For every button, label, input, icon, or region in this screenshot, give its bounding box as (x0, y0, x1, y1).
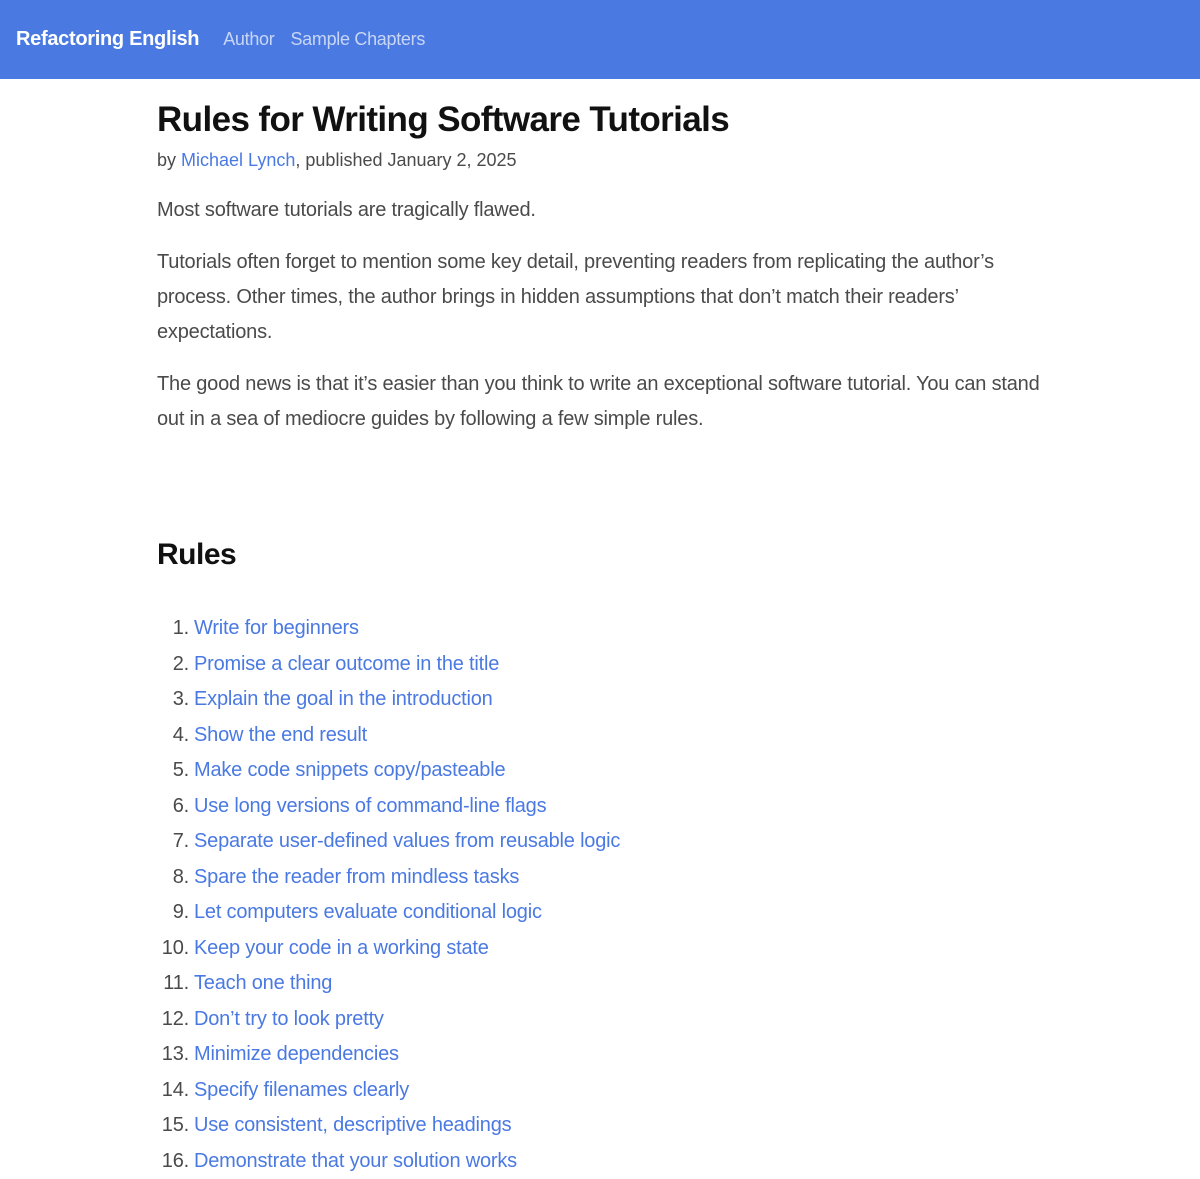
rule-item: 1. Write for beginners (157, 611, 1047, 647)
rule-link[interactable]: Spare the reader from mindless tasks (194, 860, 519, 896)
nav-link-author[interactable]: Author (223, 29, 275, 50)
rule-number: 1. (172, 617, 189, 639)
rule-number: 4. (172, 723, 189, 746)
rule-number: 10. (161, 936, 189, 959)
rule-item: 8. Spare the reader from mindless tasks (157, 860, 1047, 896)
rule-item: 2. Promise a clear outcome in the title (157, 647, 1047, 683)
rule-item: 11. Teach one thing (157, 966, 1047, 1002)
rule-item: 5. Make code snippets copy/pasteable (157, 753, 1047, 789)
rule-item: 6. Use long versions of command-line flag… (157, 789, 1047, 825)
rule-link[interactable]: Use consistent, descriptive headings (194, 1108, 512, 1144)
article-title: Rules for Writing Software Tutorials (157, 100, 730, 139)
intro-paragraph-1: Most software tutorials are tragically f… (157, 199, 536, 221)
rule-number: 2. (172, 652, 189, 675)
rule-item: 7. Separate user-defined values from reus… (157, 824, 1047, 860)
author-link[interactable]: Michael Lynch (181, 150, 295, 170)
rule-number: 16. (161, 1149, 189, 1172)
rules-list: 1. Write for beginners 2. Promise a clear o… (157, 611, 1047, 1179)
rule-link[interactable]: Don’t try to look pretty (194, 1002, 384, 1038)
rule-number: 5. (172, 759, 189, 781)
rule-item: 10. Keep your code in a working state (157, 931, 1047, 967)
rule-number: 3. (172, 688, 189, 710)
rule-number: 15. (161, 1114, 189, 1136)
rule-link[interactable]: Explain the goal in the introduction (194, 682, 493, 718)
rule-number: 11. (163, 972, 189, 994)
rule-item: 16. Demonstrate that your solution works (157, 1144, 1047, 1179)
rule-link[interactable]: Use long versions of command-line flags (194, 789, 547, 825)
rule-link[interactable]: Make code snippets copy/pasteable (194, 753, 506, 789)
rule-number: 6. (172, 794, 189, 817)
rule-link[interactable]: Let computers evaluate conditional logic (194, 895, 542, 931)
brand-link[interactable]: Refactoring English (16, 28, 200, 51)
rule-number: 7. (172, 830, 189, 852)
byline-prefix: by (157, 150, 182, 170)
rule-number: 13. (161, 1043, 189, 1065)
intro-paragraph-2: Tutorials often forget to mention some k… (157, 251, 994, 343)
rule-link[interactable]: Write for beginners (194, 611, 359, 647)
rule-item: 12. Don’t try to look pretty (157, 1002, 1047, 1038)
rule-item: 9. Let computers evaluate conditional log… (157, 895, 1047, 931)
rule-number: 14. (161, 1078, 189, 1101)
byline: by Michael Lynch, published January 2, 2… (157, 147, 1047, 173)
intro-paragraph-3: The good news is that it’s easier than y… (157, 373, 1040, 430)
rule-link[interactable]: Promise a clear outcome in the title (194, 647, 499, 683)
rule-link[interactable]: Show the end result (194, 718, 367, 754)
rule-item: 14. Specify filenames clearly (157, 1073, 1047, 1109)
rule-item: 4. Show the end result (157, 718, 1047, 754)
article: Rules for Writing Software Tutorials by … (157, 79, 1047, 1179)
byline-published: , published January 2, 2025 (295, 150, 517, 170)
rule-link[interactable]: Specify filenames clearly (194, 1073, 409, 1109)
rule-link[interactable]: Teach one thing (194, 966, 332, 1002)
nav-link-sample-chapters[interactable]: Sample Chapters (290, 29, 425, 50)
rules-heading: Rules (157, 538, 237, 571)
rule-link[interactable]: Separate user-defined values from reusab… (194, 824, 620, 860)
top-navbar: Refactoring English Author Sample Chapte… (0, 0, 1200, 79)
rule-item: 15. Use consistent, descriptive headings (157, 1108, 1047, 1144)
rule-number: 8. (172, 865, 189, 888)
rule-item: 13. Minimize dependencies (157, 1037, 1047, 1073)
rule-number: 12. (161, 1007, 189, 1030)
rule-link[interactable]: Demonstrate that your solution works (194, 1144, 517, 1179)
rule-link[interactable]: Minimize dependencies (194, 1037, 399, 1073)
rule-number: 9. (172, 901, 189, 923)
rule-link[interactable]: Keep your code in a working state (194, 931, 489, 967)
rule-item: 3. Explain the goal in the introduction (157, 682, 1047, 718)
